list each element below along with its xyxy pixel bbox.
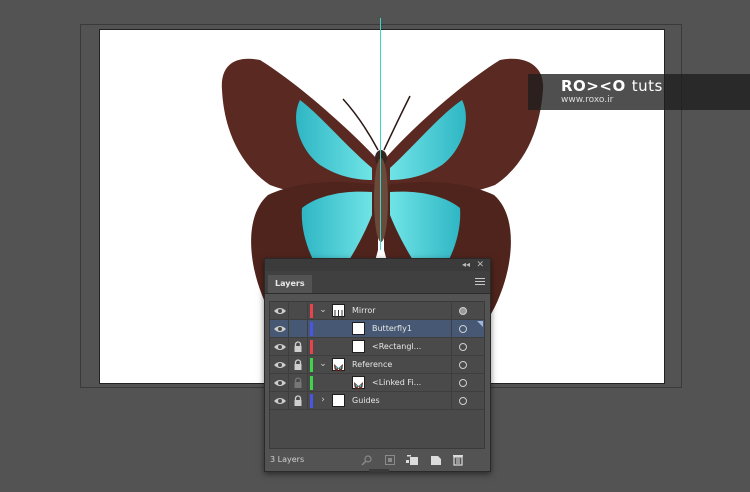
layer-row[interactable]: ⌄ Reference [270,356,484,374]
lock-toggle[interactable] [289,392,308,409]
clipping-mask-icon[interactable] [384,454,396,466]
column-divider [451,302,452,319]
visibility-toggle[interactable] [272,356,289,373]
layer-name[interactable]: <Linked Fi... [372,374,421,391]
eye-icon [274,398,286,404]
eye-icon [274,362,286,368]
eye-icon [274,344,286,350]
new-sublayer-icon[interactable] [406,454,418,466]
layer-name[interactable]: Mirror [352,302,376,319]
layer-thumbnail [332,358,345,372]
target-circle-icon[interactable] [459,379,467,387]
panel-menu-icon[interactable] [475,278,485,286]
lock-toggle[interactable] [289,338,308,355]
panel-tab-strip: Layers [265,271,490,294]
lock-icon [294,341,302,352]
layer-row[interactable]: › Guides [270,392,484,410]
watermark-url: www.roxo.ir [561,95,614,105]
visibility-toggle[interactable] [272,374,289,391]
watermark: RO><O tuts www.roxo.ir [528,74,750,110]
chevron-down-icon[interactable]: ⌄ [318,359,328,369]
lock-icon [294,377,302,388]
lock-icon [294,359,302,370]
target-circle-icon[interactable] [459,343,467,351]
column-divider [451,356,452,373]
column-divider [451,392,452,409]
visibility-toggle[interactable] [272,302,289,319]
eye-icon [274,326,286,332]
layer-name[interactable]: Guides [352,392,380,409]
chevron-right-icon[interactable]: › [318,395,328,405]
layer-color-indicator [310,322,313,336]
layer-list: ⌄ Mirror Butterfly1 <Rectangl... ⌄ Reference <… [269,301,485,449]
tab-layers[interactable]: Layers [268,275,312,293]
eye-icon [274,308,286,314]
lock-toggle[interactable] [289,320,308,337]
watermark-logo: RO><O tuts [561,77,663,95]
lock-toggle[interactable] [289,374,308,391]
layer-color-indicator [310,358,313,372]
layer-row[interactable]: <Linked Fi... [270,374,484,392]
column-divider [451,374,452,391]
layer-color-indicator [310,394,313,408]
layer-row[interactable]: ⌄ Mirror [270,302,484,320]
target-circle-icon[interactable] [459,307,467,315]
target-circle-icon[interactable] [459,397,467,405]
layer-thumbnail [352,376,365,390]
layers-panel: ◂◂ ✕ Layers ⌄ Mirror Butterfly1 <Rectangl..… [264,258,491,472]
layer-thumbnail [332,394,345,407]
layer-thumbnail [352,340,365,353]
panel-title-bar[interactable]: ◂◂ ✕ [265,259,490,271]
locate-object-icon[interactable] [361,454,373,466]
visibility-toggle[interactable] [272,338,289,355]
vertical-guide-line[interactable] [380,18,381,250]
layer-name[interactable]: Butterfly1 [372,320,412,337]
layer-thumbnail [332,304,345,319]
layer-color-indicator [310,376,313,390]
layer-count: 3 Layers [270,455,305,464]
column-divider [451,320,452,337]
target-circle-icon[interactable] [459,325,467,333]
delete-layer-icon[interactable] [452,454,464,466]
layer-color-indicator [310,304,313,318]
new-layer-icon[interactable] [430,454,442,466]
visibility-toggle[interactable] [272,320,289,337]
layer-row[interactable]: Butterfly1 [270,320,484,338]
panel-resize-grip[interactable] [369,469,389,472]
layer-thumbnail [352,322,365,335]
panel-footer: 3 Layers [265,451,490,471]
lock-toggle[interactable] [289,302,308,319]
eye-icon [274,380,286,386]
lock-toggle[interactable] [289,356,308,373]
collapse-panel-icon[interactable]: ◂◂ [462,259,470,271]
layer-row[interactable]: <Rectangl... [270,338,484,356]
chevron-down-icon[interactable]: ⌄ [318,305,328,315]
target-circle-icon[interactable] [459,361,467,369]
lock-icon [294,395,302,406]
column-divider [451,338,452,355]
layer-color-indicator [310,340,313,354]
visibility-toggle[interactable] [272,392,289,409]
close-panel-icon[interactable]: ✕ [476,259,484,271]
layer-name[interactable]: Reference [352,356,392,373]
selection-indicator-icon [477,321,483,327]
layer-name[interactable]: <Rectangl... [372,338,421,355]
